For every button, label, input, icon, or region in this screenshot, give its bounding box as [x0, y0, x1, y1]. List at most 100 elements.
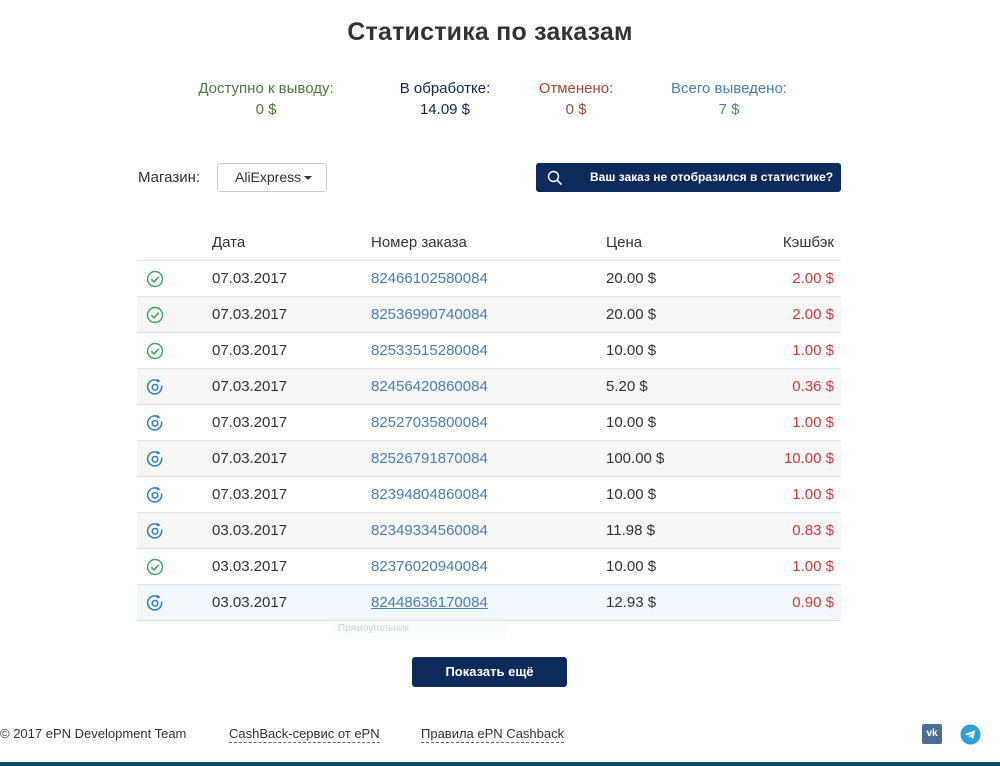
- cashback-cell: 0.36 $: [756, 368, 841, 405]
- table-row: 03.03.2017 82448636170084 12.93 $0.90 $: [137, 584, 841, 621]
- stat-processing-label: В обработке:: [399, 80, 491, 97]
- check-circle-icon: [146, 342, 164, 359]
- store-label: Магазин:: [138, 169, 201, 186]
- status-cell: [137, 404, 212, 441]
- store-dropdown[interactable]: AliExpress: [217, 163, 327, 192]
- cashback-cell: 1.00 $: [756, 548, 841, 585]
- status-cell: [137, 368, 212, 405]
- cashback-cell: 2.00 $: [756, 260, 841, 297]
- missing-order-button[interactable]: Ваш заказ не отобразился в статистике?: [536, 163, 841, 192]
- orders-table: Дата Номер заказа Цена Кэшбэк 07.03.2017…: [137, 224, 841, 621]
- show-more-button[interactable]: Показать ещё: [412, 657, 567, 687]
- table-row: 07.03.2017 82536990740084 20.00 $2.00 $: [137, 296, 841, 333]
- footer-bottom-line: [0, 762, 1000, 766]
- date-cell: 07.03.2017: [212, 260, 371, 297]
- order-number-link[interactable]: 82376020940084: [371, 558, 488, 575]
- status-cell: [137, 332, 212, 369]
- header-cashback: Кэшбэк: [756, 224, 841, 261]
- refresh-circle-icon: [146, 594, 163, 611]
- cashback-cell: 1.00 $: [756, 404, 841, 441]
- refresh-circle-icon: [146, 414, 163, 431]
- date-cell: 07.03.2017: [212, 440, 371, 477]
- table-row: 03.03.2017 82349334560084 11.98 $0.83 $: [137, 512, 841, 549]
- price-cell: 11.98 $: [606, 512, 756, 549]
- status-cell: [137, 548, 212, 585]
- table-row: 07.03.2017 82533515280084 10.00 $1.00 $: [137, 332, 841, 369]
- cashback-cell: 0.83 $: [756, 512, 841, 549]
- refresh-circle-icon: [146, 450, 163, 467]
- order-cell: 82394804860084: [371, 476, 606, 513]
- date-cell: 03.03.2017: [212, 548, 371, 585]
- cashback-cell: 10.00 $: [756, 440, 841, 477]
- header-order: Номер заказа: [371, 224, 606, 261]
- order-number-link[interactable]: 82394804860084: [371, 486, 488, 503]
- price-cell: 10.00 $: [606, 332, 756, 369]
- table-header-row: Дата Номер заказа Цена Кэшбэк: [137, 224, 841, 261]
- order-number-link[interactable]: 82466102580084: [371, 270, 488, 287]
- stat-available: Доступно к выводу: 0 $: [180, 78, 352, 120]
- check-circle-icon: [146, 270, 164, 287]
- search-icon: [547, 170, 563, 186]
- status-cell: [137, 296, 212, 333]
- cashback-cell: 2.00 $: [756, 296, 841, 333]
- stat-cancelled-label: Отменено:: [538, 80, 614, 97]
- order-number-link[interactable]: 82533515280084: [371, 342, 488, 359]
- order-number-link[interactable]: 82448636170084: [371, 594, 488, 611]
- table-row: 07.03.2017 82456420860084 5.20 $0.36 $: [137, 368, 841, 405]
- order-cell: 82466102580084: [371, 260, 606, 297]
- date-cell: 07.03.2017: [212, 476, 371, 513]
- price-cell: 12.93 $: [606, 584, 756, 621]
- date-cell: 03.03.2017: [212, 512, 371, 549]
- status-cell: [137, 584, 212, 621]
- order-cell: 82349334560084: [371, 512, 606, 549]
- table-row: 07.03.2017 82526791870084 100.00 $10.00 $: [137, 440, 841, 477]
- price-cell: 100.00 $: [606, 440, 756, 477]
- date-cell: 03.03.2017: [212, 584, 371, 621]
- order-number-link[interactable]: 82349334560084: [371, 522, 488, 539]
- price-cell: 5.20 $: [606, 368, 756, 405]
- header-price: Цена: [606, 224, 756, 261]
- date-cell: 07.03.2017: [212, 332, 371, 369]
- check-circle-icon: [146, 306, 164, 323]
- stat-withdrawn-label: Всего выведено:: [671, 80, 787, 97]
- order-number-link[interactable]: 82526791870084: [371, 450, 488, 467]
- stat-processing-value: 14.09 $: [419, 101, 471, 118]
- refresh-circle-icon: [146, 378, 163, 395]
- page-title: Статистика по заказам: [347, 18, 633, 46]
- table-row: 07.03.2017 82527035800084 10.00 $1.00 $: [137, 404, 841, 441]
- stat-cancelled: Отменено: 0 $: [520, 78, 632, 120]
- footer-link-rules[interactable]: Правила ePN Cashback: [421, 726, 565, 743]
- refresh-circle-icon: [146, 486, 163, 503]
- price-cell: 10.00 $: [606, 548, 756, 585]
- table-row: 07.03.2017 82394804860084 10.00 $1.00 $: [137, 476, 841, 513]
- price-cell: 20.00 $: [606, 260, 756, 297]
- price-cell: 10.00 $: [606, 404, 756, 441]
- order-number-link[interactable]: 82536990740084: [371, 306, 488, 323]
- store-dropdown-value: AliExpress: [235, 169, 302, 185]
- footer-link-cashback-service[interactable]: CashBack-сервис от ePN: [229, 726, 380, 743]
- stat-processing: В обработке: 14.09 $: [380, 78, 510, 120]
- refresh-circle-icon: [146, 522, 163, 539]
- order-number-link[interactable]: 82456420860084: [371, 378, 488, 395]
- table-row: 03.03.2017 82376020940084 10.00 $1.00 $: [137, 548, 841, 585]
- date-cell: 07.03.2017: [212, 368, 371, 405]
- order-cell: 82456420860084: [371, 368, 606, 405]
- status-cell: [137, 260, 212, 297]
- price-cell: 20.00 $: [606, 296, 756, 333]
- order-cell: 82376020940084: [371, 548, 606, 585]
- stat-available-label: Доступно к выводу:: [198, 80, 334, 97]
- tooltip-ghost: Прямоугольник: [330, 622, 506, 638]
- stat-withdrawn-value: 7 $: [718, 101, 740, 118]
- caret-down-icon: [304, 176, 312, 180]
- vk-icon[interactable]: vk: [922, 724, 942, 744]
- stat-cancelled-value: 0 $: [565, 101, 587, 118]
- order-cell: 82448636170084: [371, 584, 606, 621]
- stat-available-value: 0 $: [255, 101, 277, 118]
- price-cell: 10.00 $: [606, 476, 756, 513]
- telegram-icon[interactable]: [960, 724, 981, 745]
- status-cell: [137, 512, 212, 549]
- cashback-cell: 1.00 $: [756, 332, 841, 369]
- status-cell: [137, 476, 212, 513]
- order-number-link[interactable]: 82527035800084: [371, 414, 488, 431]
- order-cell: 82526791870084: [371, 440, 606, 477]
